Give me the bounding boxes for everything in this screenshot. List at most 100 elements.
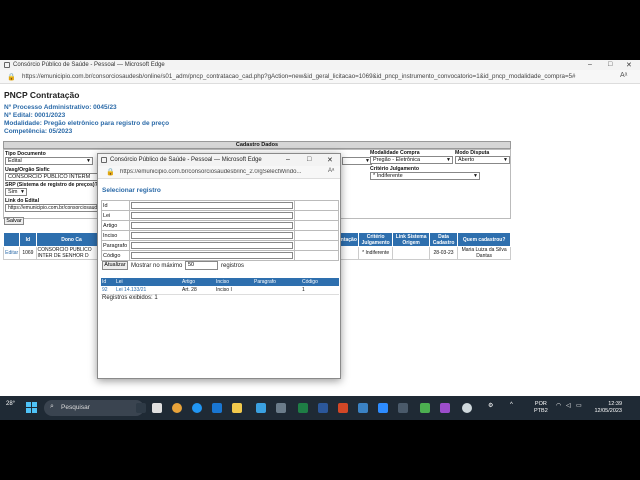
grid-header: Data Cadastro [428,232,459,247]
address-bar[interactable]: 🔒 https://emunicipio.com.br/consorciosau… [0,70,640,84]
popup-url[interactable]: https://emunicipio.com.br/consorciosaude… [120,169,326,175]
filter-cell [129,240,295,251]
criterio-select[interactable]: * Indiferente ▼ [370,172,480,180]
system-clock[interactable]: 12:39 12/05/2023 [588,401,622,415]
chevron-down-icon: ▼ [86,158,91,164]
app-icon[interactable] [420,403,430,413]
id-filter-input[interactable] [131,202,293,209]
filter-spacer [294,250,339,261]
lei-filter-input[interactable] [131,212,293,219]
result-cell-id[interactable]: 92 [101,286,115,295]
link-edital-input[interactable]: https://emunicipio.com.br/consorciosaude [5,204,99,212]
filter-cell [129,210,295,221]
app-icon[interactable] [256,403,266,413]
firefox-icon[interactable] [172,403,182,413]
settings-icon[interactable]: ⚙ [488,402,493,409]
page-title: PNCP Contratação [4,90,80,100]
app-icon[interactable] [358,403,368,413]
popup-address-bar[interactable]: 🔒 https://emunicipio.com.br/consorciosau… [98,166,340,179]
max-records-input[interactable]: 50 [185,261,218,270]
file-explorer-icon[interactable] [232,403,242,413]
modo-disputa-select[interactable]: Aberto ▼ [455,156,510,164]
clock-time: 12:39 [608,401,622,407]
grid-header: Link Sistema Origem [392,232,430,247]
read-aloud-icon[interactable]: Aᵃ [328,168,334,174]
chevron-down-icon: ▼ [503,157,508,163]
artigo-filter-input[interactable] [131,222,293,229]
zoom-icon[interactable] [378,403,388,413]
taskbar: 28° ⌕ Pesquisar ⚙ ^ POR PTB2 ◠ ◁ ▭ 12:39… [0,396,640,420]
taskbar-search[interactable]: ⌕ Pesquisar [44,400,144,416]
maximize-icon[interactable]: □ [608,61,612,68]
grid-cell-quem: Maria Luiza da Silva Dantas [457,246,511,260]
lock-icon: 🔒 [7,74,16,81]
filter-spacer [294,210,339,221]
records-count: Registros exibidos: 1 [102,295,158,301]
grid-cell-id: 1069 [19,246,37,260]
tipo-documento-select[interactable]: Edital ▼ [5,157,93,165]
modalidade-compra-value: Pregão - Eletrônica [373,157,421,163]
cadastro-header: Cadastro Dados [3,141,511,149]
app-icon[interactable] [462,403,472,413]
table-row[interactable]: 92 Lei 14.133/21 Art. 28 Inciso I 1 [101,286,339,295]
uasg-select[interactable]: CONSORCIO PUBLICO INTERM [5,173,99,181]
app-icon[interactable] [152,403,162,413]
read-aloud-icon[interactable]: A͏ᵃ [620,72,627,79]
excel-icon[interactable] [298,403,308,413]
lock-icon: 🔒 [106,169,115,176]
tipo-documento-value: Edital [8,158,22,164]
language-indicator[interactable]: POR PTB2 [534,401,548,415]
chevron-down-icon: ▼ [446,157,451,163]
filter-table: Id Lei Artigo Inciso Paragrafo Código [101,200,339,261]
windows-start-icon[interactable] [26,402,38,414]
task-view-icon[interactable] [136,403,146,413]
filter-spacer [294,220,339,231]
paragrafo-filter-input[interactable] [131,242,293,249]
filter-row: Id [101,200,339,211]
address-url[interactable]: https://emunicipio.com.br/consorciosaude… [22,73,614,80]
app-icon[interactable] [276,403,286,413]
srp-select[interactable]: Sim ▼ [5,188,27,196]
filter-spacer [294,240,339,251]
results-header: Paragrafo [253,278,301,286]
weather-widget[interactable]: 28° [6,401,15,407]
filter-label: Paragrafo [101,240,130,251]
registros-label: registros [221,263,245,269]
uasg-extra-select[interactable]: ▼ [342,157,372,165]
minimize-icon[interactable]: – [286,156,290,163]
result-cell-lei[interactable]: Lei 14.133/21 [115,286,181,295]
app-icon[interactable] [398,403,408,413]
grid-header: Quem cadastrou? [457,232,511,247]
modalidade-info: Modalidade: Pregão eletrônico para regis… [4,120,170,127]
atualizar-button[interactable]: Atualizar [102,261,128,270]
filter-cell [129,250,295,261]
modalidade-compra-select[interactable]: Pregão - Eletrônica ▼ [370,156,453,164]
app-icon[interactable] [440,403,450,413]
edit-link[interactable]: Editar [2,246,21,260]
word-icon[interactable] [318,403,328,413]
save-button[interactable]: Salvar [4,217,24,225]
volume-icon[interactable]: ◁ [566,402,571,409]
filter-label: Inciso [101,230,130,241]
filter-row: Código [101,250,339,261]
grid-header: Critério Julgamento [357,232,394,247]
chevron-up-icon[interactable]: ^ [510,402,513,408]
battery-icon[interactable]: ▭ [576,402,582,409]
close-icon[interactable]: ✕ [327,156,333,164]
wifi-icon[interactable]: ◠ [556,402,561,409]
app-icon[interactable] [212,403,222,413]
powerpoint-icon[interactable] [338,403,348,413]
close-icon[interactable]: ✕ [626,61,632,69]
maximize-icon[interactable]: □ [307,156,311,163]
codigo-filter-input[interactable] [131,252,293,259]
results-header: Id [101,278,115,286]
edge-icon[interactable] [192,403,202,413]
minimize-icon[interactable]: – [588,61,592,68]
mostrar-label: Mostrar no máximo [131,263,183,269]
inciso-filter-input[interactable] [131,232,293,239]
results-table: Id Lei Artigo Inciso Paragrafo Código 92… [101,278,339,295]
competencia-info: Competência: 05/2023 [4,128,73,135]
filter-row: Paragrafo [101,240,339,251]
results-header: Código [301,278,339,286]
popup-titlebar: Consórcio Público de Saúde - Pessoal — M… [98,154,340,166]
